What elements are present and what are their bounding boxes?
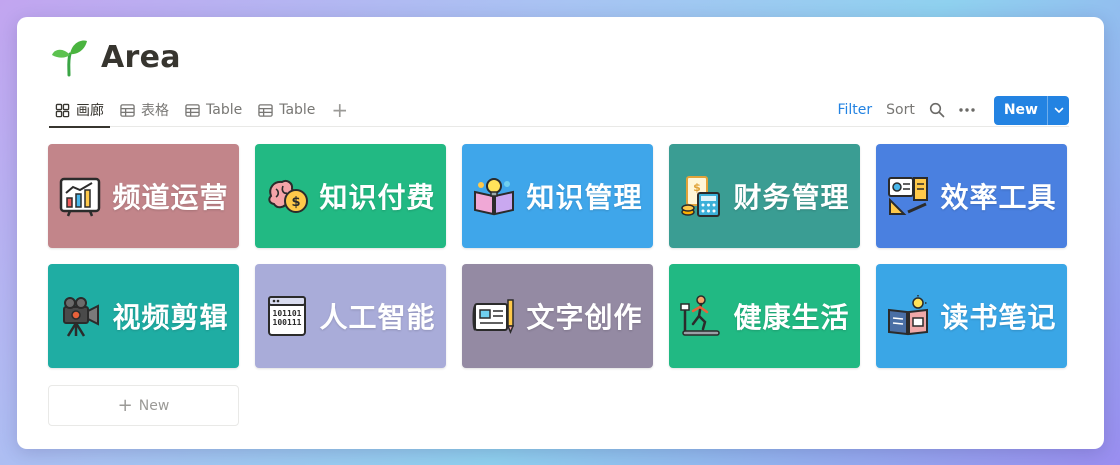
svg-text:100111: 100111 [273,318,302,327]
binary-icon: 101101 100111 [268,296,307,336]
new-button-group: New [993,95,1069,125]
tab-table-1[interactable]: Table [179,93,248,127]
new-button[interactable]: New [994,96,1047,125]
tab-table-2[interactable]: Table [252,93,321,127]
card-title: 健康生活 [733,301,850,334]
gallery-card[interactable]: 101101 100111 人工智能 [255,264,446,368]
gallery-card[interactable]: 健康生活 [669,264,860,368]
book-bulb-icon [474,178,515,216]
gallery-card[interactable]: 效率工具 [876,144,1067,248]
calculator-icon: $ [681,176,721,217]
tab-gallery[interactable]: 画廊 [49,93,110,128]
gallery-card[interactable]: 频道运营 [48,144,239,248]
more-icon [959,108,975,112]
tab-label: 画廊 [76,103,104,119]
card-title: 财务管理 [733,181,850,214]
card-title: 视频剪辑 [112,301,229,334]
view-tabs: 画廊 表格 Table Table + [49,93,354,128]
page-title: Area [101,39,181,75]
chart-board-icon [60,177,101,217]
gallery-card[interactable]: 视频剪辑 [48,264,239,368]
svg-text:101101: 101101 [273,309,302,318]
tab-label: Table [279,102,316,118]
table-icon [185,103,200,117]
view-actions: Filter Sort New [830,93,1069,127]
tools-icon [888,177,929,215]
video-camera-icon [63,297,100,337]
gallery-icon [55,103,70,117]
card-title: 效率工具 [940,181,1057,214]
card-title: 知识付费 [319,181,436,214]
tab-table-cn[interactable]: 表格 [114,93,175,127]
gallery-card[interactable]: 读书笔记 [876,264,1067,368]
search-button[interactable] [923,96,951,124]
plus-icon: + [117,394,133,416]
card-title: 读书笔记 [940,301,1057,334]
add-view-button[interactable]: + [325,93,354,127]
gallery-grid: 频道运营 $ 知识付费 知识管理 $ 财务管理 效率工具 视频剪辑 101101… [48,144,1069,368]
add-card-label: New [138,397,170,414]
gallery-window: Area 画廊 表格 Table Table + Filter Sort New… [17,17,1104,449]
card-title: 频道运营 [112,181,229,214]
card-title: 人工智能 [319,301,436,334]
reading-icon [888,295,929,336]
gallery-card[interactable]: $ 财务管理 [669,144,860,248]
sort-button[interactable]: Sort [879,102,922,118]
new-dropdown-button[interactable] [1047,95,1069,125]
svg-text:$: $ [292,195,301,210]
chevron-down-icon [1054,107,1063,113]
gallery-card[interactable]: 知识管理 [462,144,653,248]
add-card-button[interactable]: + New [48,385,239,426]
card-title: 文字创作 [526,301,643,334]
card-title: 知识管理 [526,181,643,214]
more-options-button[interactable] [953,96,981,124]
sprout-icon[interactable] [49,37,89,77]
table-icon [258,103,273,117]
treadmill-icon [680,295,721,336]
search-icon [929,102,945,118]
gallery-card[interactable]: 文字创作 [462,264,653,368]
table-icon [120,103,135,117]
writing-icon [472,299,515,334]
gallery-card[interactable]: $ 知识付费 [255,144,446,248]
brain-coin-icon: $ [268,179,309,213]
tab-label: 表格 [141,103,169,119]
filter-button[interactable]: Filter [830,102,879,118]
page-header: Area [49,36,181,78]
tab-label: Table [206,102,243,118]
view-toolbar: 画廊 表格 Table Table + Filter Sort New [49,93,1069,128]
